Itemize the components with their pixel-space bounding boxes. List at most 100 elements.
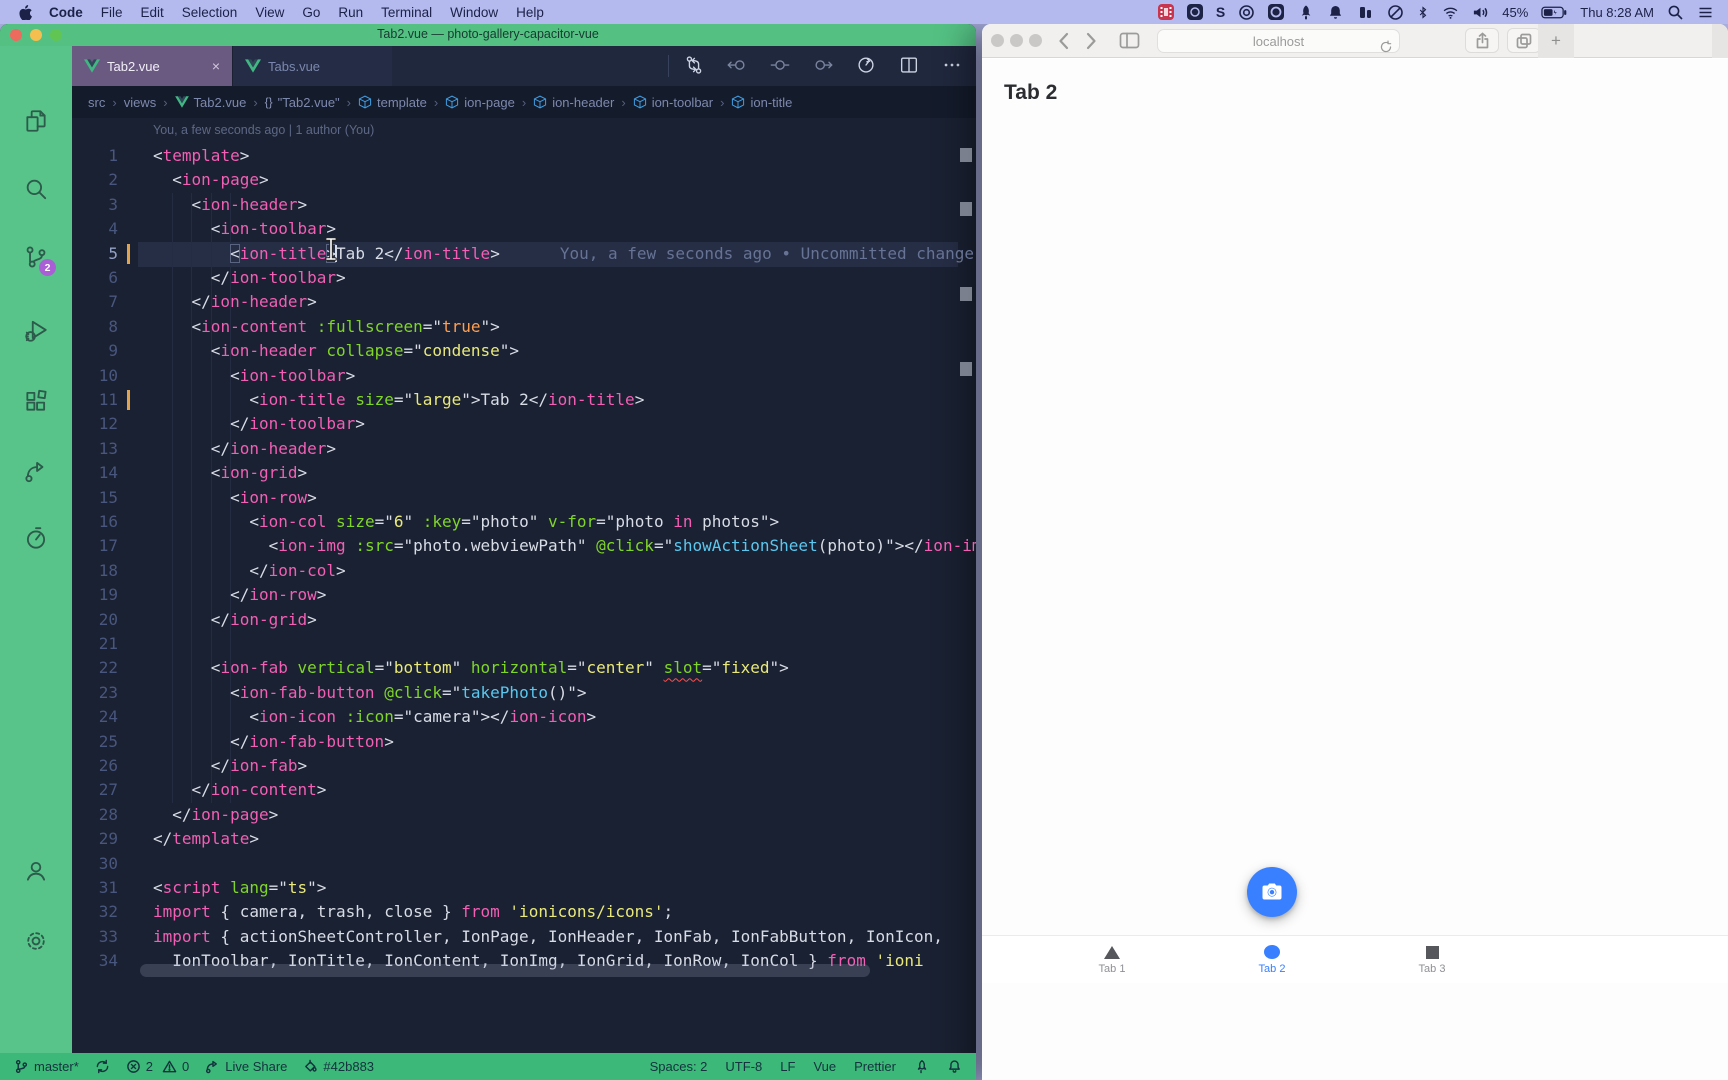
code-line[interactable]: <ion-title size="large">Tab 2</ion-title… — [153, 388, 644, 412]
ion-tab-tab-2[interactable]: Tab 2 — [1192, 936, 1352, 984]
s-app-icon[interactable]: S — [1216, 4, 1225, 20]
more-actions-icon[interactable] — [941, 54, 965, 78]
indentation-indicator[interactable]: Spaces: 2 — [650, 1059, 708, 1074]
code-line[interactable]: import { camera, trash, close } from 'io… — [153, 900, 673, 924]
code-line[interactable]: <ion-col size="6" :key="photo" v-for="ph… — [153, 510, 779, 534]
apple-menu-icon[interactable] — [10, 4, 40, 20]
film-app-icon[interactable] — [1158, 4, 1174, 20]
ion-tab-tab-3[interactable]: Tab 3 — [1352, 936, 1512, 984]
menu-item-view[interactable]: View — [246, 5, 293, 20]
close-tab-icon[interactable]: × — [212, 58, 220, 74]
code-line[interactable]: </ion-fab-button> — [153, 730, 394, 754]
reload-icon[interactable] — [1379, 34, 1393, 59]
compare-changes-icon[interactable] — [683, 54, 707, 78]
code-line[interactable]: import { actionSheetController, IonPage,… — [153, 925, 943, 949]
search-icon[interactable] — [23, 176, 49, 202]
menu-item-file[interactable]: File — [92, 5, 132, 20]
code-line[interactable]: </ion-toolbar> — [153, 412, 365, 436]
encoding-indicator[interactable]: UTF-8 — [725, 1059, 762, 1074]
code-line[interactable]: <ion-title>Tab 2</ion-title>You, a few s… — [153, 242, 974, 266]
code-line[interactable]: <template> — [153, 144, 249, 168]
code-line[interactable]: <ion-fab vertical="bottom" horizontal="c… — [153, 656, 789, 680]
tab-tab2-vue[interactable]: Tab2.vue × — [72, 46, 232, 86]
breadcrumb-item[interactable]: ion-toolbar — [633, 95, 713, 110]
address-bar[interactable]: localhost — [1157, 29, 1400, 53]
split-editor-icon[interactable] — [898, 54, 922, 78]
rocket-feedback-icon[interactable] — [914, 1059, 929, 1074]
breadcrumb-item[interactable]: views — [124, 95, 157, 110]
breadcrumb-item[interactable]: Tab2.vue — [175, 95, 247, 110]
zoom-window-button[interactable] — [1029, 34, 1042, 47]
menu-item-window[interactable]: Window — [441, 5, 507, 20]
code-line[interactable]: </ion-toolbar> — [153, 266, 346, 290]
code-line[interactable]: <ion-header collapse="condense"> — [153, 339, 519, 363]
menu-item-edit[interactable]: Edit — [132, 5, 173, 20]
code-line[interactable]: </ion-grid> — [153, 608, 317, 632]
code-line[interactable]: <ion-img :src="photo.webviewPath" @click… — [153, 534, 976, 558]
menu-item-go[interactable]: Go — [293, 5, 329, 20]
record-app-icon[interactable] — [1268, 4, 1284, 20]
code-line[interactable]: <ion-toolbar> — [153, 364, 355, 388]
code-line[interactable]: <ion-icon :icon="camera"></ion-icon> — [153, 705, 596, 729]
breadcrumb-item[interactable]: ion-header — [533, 95, 614, 110]
menu-clock[interactable]: Thu 8:28 AM — [1580, 5, 1654, 20]
ion-tab-tab-1[interactable]: Tab 1 — [1032, 936, 1192, 984]
language-mode-indicator[interactable]: Vue — [813, 1059, 836, 1074]
code-line[interactable]: <ion-toolbar> — [153, 217, 336, 241]
source-control-icon[interactable]: 2 — [23, 244, 49, 270]
menu-item-terminal[interactable]: Terminal — [372, 5, 441, 20]
eol-indicator[interactable]: LF — [780, 1059, 795, 1074]
code-line[interactable]: <ion-content :fullscreen="true"> — [153, 315, 500, 339]
previous-change-icon[interactable] — [726, 54, 750, 78]
sidebar-toggle-icon[interactable] — [1114, 28, 1144, 53]
forward-button[interactable] — [1078, 28, 1104, 53]
code-line[interactable]: <script lang="ts"> — [153, 876, 326, 900]
code-line[interactable]: <ion-row> — [153, 486, 317, 510]
rocket-menu-icon[interactable] — [1297, 4, 1314, 21]
live-share-button[interactable]: Live Share — [205, 1059, 287, 1074]
battery-percent[interactable]: 45% — [1502, 5, 1528, 20]
tab-overview-icon[interactable] — [1507, 28, 1541, 53]
code-line[interactable]: <ion-grid> — [153, 461, 307, 485]
camera-fab-button[interactable] — [1247, 867, 1297, 917]
spotlight-search-icon[interactable] — [1667, 4, 1684, 21]
run-timer-icon[interactable] — [855, 54, 879, 78]
code-line[interactable]: </template> — [153, 827, 259, 851]
window-split-icon[interactable] — [1357, 4, 1374, 21]
minimize-window-button[interactable] — [1010, 34, 1023, 47]
menu-item-selection[interactable]: Selection — [173, 5, 247, 20]
code-line[interactable]: <ion-fab-button @click="takePhoto()"> — [153, 681, 587, 705]
menu-item-run[interactable]: Run — [329, 5, 372, 20]
code-line[interactable]: </ion-header> — [153, 290, 317, 314]
git-branch-indicator[interactable]: master* — [14, 1059, 79, 1074]
settings-gear-icon[interactable] — [23, 928, 49, 954]
formatter-indicator[interactable]: Prettier — [854, 1059, 896, 1074]
bell-menu-icon[interactable] — [1327, 4, 1344, 21]
menu-item-code[interactable]: Code — [40, 5, 92, 20]
extensions-icon[interactable] — [23, 388, 49, 414]
code-line[interactable]: </ion-row> — [153, 583, 326, 607]
code-line[interactable]: <ion-header> — [153, 193, 307, 217]
share-icon[interactable] — [1465, 28, 1499, 53]
accounts-icon[interactable] — [23, 858, 49, 884]
battery-icon[interactable] — [1541, 6, 1567, 19]
explorer-icon[interactable] — [23, 108, 49, 134]
notifications-bell-icon[interactable] — [947, 1059, 962, 1074]
breadcrumb-item[interactable]: ion-page — [445, 95, 515, 110]
back-button[interactable] — [1050, 28, 1076, 53]
camera-app-icon[interactable] — [1187, 4, 1203, 20]
tab-tabs-vue[interactable]: Tabs.vue — [232, 46, 392, 86]
next-change-icon[interactable] — [812, 54, 836, 78]
current-change-icon[interactable] — [769, 54, 793, 78]
breadcrumb-item[interactable]: ion-title — [731, 95, 792, 110]
code-line[interactable]: </ion-page> — [153, 803, 278, 827]
editor[interactable]: You, a few seconds ago | 1 author (You) … — [72, 118, 976, 1053]
do-not-disturb-icon[interactable] — [1387, 4, 1404, 21]
breadcrumb-item[interactable]: template — [358, 95, 427, 110]
code-line[interactable]: </ion-content> — [153, 778, 326, 802]
bluetooth-icon[interactable] — [1417, 4, 1429, 21]
code-line[interactable]: </ion-header> — [153, 437, 336, 461]
codelens-annotation[interactable]: You, a few seconds ago | 1 author (You) — [153, 123, 374, 137]
breadcrumb-item[interactable]: {}"Tab2.vue" — [265, 95, 340, 110]
control-center-icon[interactable] — [1697, 4, 1714, 21]
